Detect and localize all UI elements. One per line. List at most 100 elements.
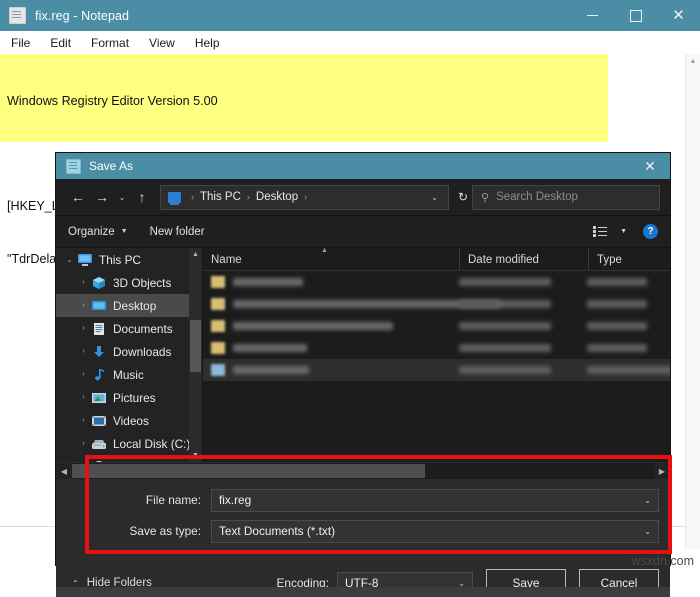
file-name-redacted	[233, 278, 303, 286]
notepad-vertical-scrollbar[interactable]: ▲	[685, 54, 700, 549]
file-name-value: fix.reg	[219, 493, 252, 507]
tree-item-dvd-drive[interactable]: › DVD RW Drive	[56, 455, 202, 462]
folder-tree[interactable]: ⌄ This PC › 3D Objects › Desktop › Docum…	[56, 248, 202, 462]
table-row[interactable]	[203, 315, 670, 337]
folder-icon	[211, 298, 225, 310]
breadcrumb-item-this-pc[interactable]: This PC	[199, 191, 242, 203]
organize-label: Organize	[68, 225, 115, 238]
tree-item-this-pc[interactable]: ⌄ This PC	[56, 248, 202, 271]
twisty-icon[interactable]: ›	[76, 394, 91, 401]
save-as-type-select[interactable]: Text Documents (*.txt) ⌄	[211, 519, 659, 543]
twisty-icon[interactable]: ›	[76, 302, 91, 309]
up-button[interactable]: ↑	[130, 185, 154, 209]
documents-icon	[91, 322, 107, 336]
tree-item-downloads[interactable]: › Downloads	[56, 340, 202, 363]
tree-item-label: Local Disk (C:)	[113, 436, 191, 451]
tree-item-music[interactable]: › Music	[56, 363, 202, 386]
menu-edit[interactable]: Edit	[41, 34, 80, 52]
twisty-icon[interactable]: ⌄	[62, 256, 77, 264]
twisty-icon[interactable]: ›	[76, 325, 91, 332]
table-row[interactable]	[203, 293, 670, 315]
close-button[interactable]: ✕	[657, 0, 700, 31]
file-name-redacted	[233, 366, 309, 374]
tree-item-label: 3D Objects	[113, 275, 172, 290]
tree-item-label: Videos	[113, 413, 149, 428]
save-as-close-button[interactable]: ✕	[630, 153, 670, 179]
search-input[interactable]: Search Desktop	[496, 191, 578, 203]
back-button[interactable]: ←	[66, 185, 90, 209]
notepad-title: fix.reg - Notepad	[35, 8, 130, 23]
tree-item-3d-objects[interactable]: › 3D Objects	[56, 271, 202, 294]
chevron-down-icon[interactable]: ⌄	[425, 193, 444, 202]
notepad-titlebar: fix.reg - Notepad ✕	[0, 0, 700, 31]
search-box[interactable]: ⚲ Search Desktop	[472, 184, 660, 210]
tree-item-pictures[interactable]: › Pictures	[56, 386, 202, 409]
scroll-track[interactable]	[72, 463, 654, 479]
file-list-horizontal-scrollbar[interactable]: ◀ ▶	[56, 462, 670, 479]
scroll-up-icon[interactable]: ▲	[686, 54, 700, 68]
dialog-resize-strip[interactable]	[56, 587, 670, 597]
save-as-type-row: Save as type: Text Documents (*.txt) ⌄	[56, 519, 670, 543]
twisty-icon[interactable]: ›	[76, 348, 91, 355]
breadcrumb[interactable]: › This PC › Desktop › ⌄	[160, 184, 449, 210]
help-icon[interactable]: ?	[643, 224, 658, 239]
save-as-type-label: Save as type:	[129, 524, 201, 538]
table-row[interactable]	[203, 271, 670, 293]
tree-item-label: Pictures	[113, 390, 156, 405]
file-name-input[interactable]: fix.reg ⌄	[211, 488, 659, 512]
menu-format[interactable]: Format	[82, 34, 138, 52]
tree-item-local-disk[interactable]: › Local Disk (C:)	[56, 432, 202, 455]
dialog-footer: ⌃ Hide Folders Encoding: UTF-8 ⌄ Save Ca…	[56, 551, 670, 597]
table-row[interactable]	[203, 337, 670, 359]
scroll-thumb[interactable]	[190, 320, 201, 372]
file-date-redacted	[459, 366, 551, 374]
tree-item-documents[interactable]: › Documents	[56, 317, 202, 340]
tree-item-label: Desktop	[113, 298, 157, 313]
sort-ascending-icon: ▲	[321, 248, 328, 254]
column-header-label: Name	[211, 254, 242, 266]
recent-locations-icon[interactable]: ⌄	[114, 185, 130, 209]
menu-view[interactable]: View	[140, 34, 184, 52]
breadcrumb-separator: ›	[246, 192, 250, 202]
tree-item-videos[interactable]: › Videos	[56, 409, 202, 432]
organize-button[interactable]: Organize ▼	[68, 226, 128, 238]
menu-help[interactable]: Help	[186, 34, 229, 52]
save-as-icon	[66, 158, 81, 174]
view-layout-icon[interactable]	[593, 226, 608, 237]
file-list-header: Name ▲ Date modified Type	[203, 248, 670, 271]
column-header-name[interactable]: Name ▲	[203, 248, 459, 270]
dialog-body: ⌄ This PC › 3D Objects › Desktop › Docum…	[56, 248, 670, 462]
column-header-type[interactable]: Type	[588, 248, 670, 270]
minimize-button[interactable]	[571, 0, 614, 31]
scroll-thumb[interactable]	[72, 464, 425, 478]
save-as-titlebar: Save As ✕	[56, 153, 670, 179]
chevron-down-icon[interactable]: ⌄	[644, 496, 658, 505]
twisty-icon[interactable]: ›	[76, 371, 91, 378]
search-icon: ⚲	[481, 191, 490, 204]
twisty-icon[interactable]: ›	[76, 440, 91, 447]
menu-file[interactable]: File	[2, 34, 39, 52]
scroll-up-icon[interactable]: ▲	[189, 248, 202, 261]
column-header-date-modified[interactable]: Date modified	[459, 248, 588, 270]
breadcrumb-item-desktop[interactable]: Desktop	[255, 191, 299, 203]
pc-icon	[77, 253, 93, 267]
scroll-left-icon[interactable]: ◀	[56, 463, 72, 479]
new-folder-button[interactable]: New folder	[150, 226, 205, 238]
folder-icon	[211, 342, 225, 354]
refresh-button[interactable]: ↻	[456, 190, 472, 204]
maximize-button[interactable]	[614, 0, 657, 31]
forward-button[interactable]: →	[90, 185, 114, 209]
chevron-down-icon[interactable]: ▼	[620, 228, 627, 235]
file-type-redacted	[587, 366, 670, 374]
tree-item-desktop[interactable]: › Desktop	[56, 294, 202, 317]
table-row[interactable]	[203, 359, 670, 381]
tree-vertical-scrollbar[interactable]: ▲ ▼	[189, 248, 202, 462]
scroll-right-icon[interactable]: ▶	[654, 463, 670, 479]
scroll-down-icon[interactable]: ▼	[189, 449, 202, 462]
file-type-redacted	[587, 300, 647, 308]
twisty-icon[interactable]: ›	[76, 417, 91, 424]
twisty-icon[interactable]: ›	[76, 279, 91, 286]
videos-icon	[91, 414, 107, 428]
file-list[interactable]: Name ▲ Date modified Type	[203, 248, 670, 462]
chevron-down-icon[interactable]: ⌄	[644, 527, 658, 536]
